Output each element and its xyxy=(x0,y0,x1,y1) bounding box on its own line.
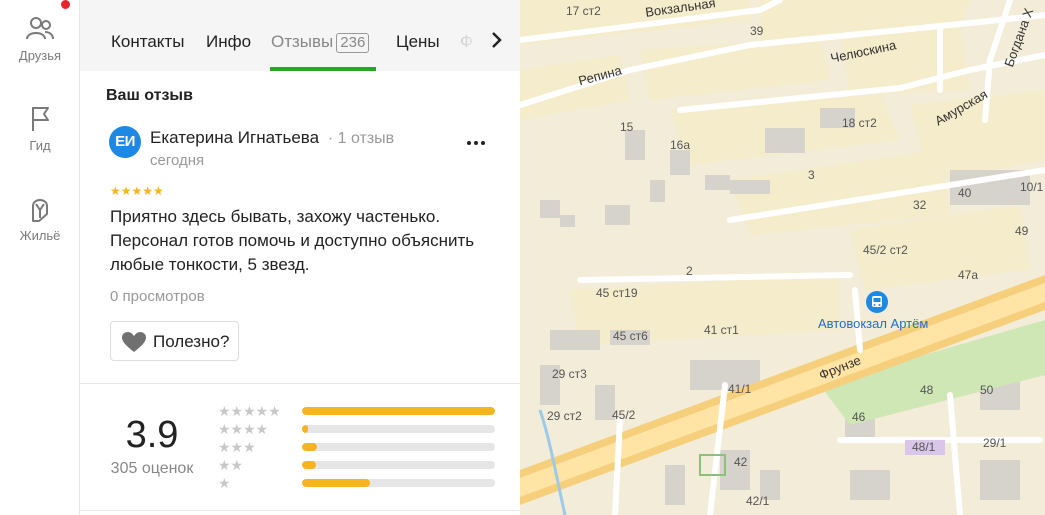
map-building-label: 2 xyxy=(686,264,693,278)
notification-badge xyxy=(61,0,70,9)
map-building-label: 29 ст3 xyxy=(552,367,587,381)
section-title: Ваш отзыв xyxy=(106,87,193,104)
bus-stop-label[interactable]: Автовокзал Артём xyxy=(818,316,928,331)
left-rail: Друзья Гид Жильё xyxy=(0,0,80,515)
reviews-count-badge: 236 xyxy=(336,33,370,53)
map-building-label: 41/1 xyxy=(728,382,752,396)
map-building-label: 17 ст2 xyxy=(566,4,601,18)
star-row-1: ★ xyxy=(218,475,231,491)
housing-icon xyxy=(32,199,48,222)
map-building-label: 3 xyxy=(808,168,815,182)
tab-contacts[interactable]: Контакты xyxy=(111,32,184,52)
tab-prices[interactable]: Цены xyxy=(396,32,440,52)
star-row-3: ★★★ xyxy=(218,439,256,455)
rating-bar-fill xyxy=(302,443,318,451)
star-row-2: ★★ xyxy=(218,457,244,473)
divider xyxy=(80,383,520,384)
map-building-label: 45/2 ст2 xyxy=(863,243,908,257)
map-building-label: 16а xyxy=(670,138,691,152)
review-views: 0 просмотров xyxy=(110,288,205,305)
rail-item-housing[interactable]: Жильё xyxy=(0,192,80,243)
map-building-label: 49 xyxy=(1015,224,1029,238)
avatar[interactable]: ЕИ xyxy=(109,126,141,158)
friends-icon xyxy=(26,17,54,40)
rail-item-friends[interactable]: Друзья xyxy=(0,14,80,63)
map-building-label: 42/1 xyxy=(746,494,770,508)
map-building-label: 40 xyxy=(958,186,972,200)
tab-reviews[interactable]: Отзывы 236 xyxy=(271,32,370,53)
rating-bar-1 xyxy=(302,479,495,487)
heart-icon xyxy=(122,332,146,352)
map-building-label: 10/1 xyxy=(1020,180,1044,194)
map-building-label: 39 xyxy=(750,24,764,38)
rating-count: 305 оценок xyxy=(110,460,194,477)
map-building-label: 45 ст6 xyxy=(613,329,648,343)
rating-bar-fill xyxy=(302,479,370,487)
star-row-4: ★★★★ xyxy=(218,421,269,437)
map-building-label: 32 xyxy=(913,198,927,212)
rating-bar-4 xyxy=(302,425,495,433)
divider xyxy=(80,510,520,511)
helpful-label: Полезно? xyxy=(153,332,230,351)
rating-bar-fill xyxy=(302,407,495,415)
map-building-label: 47а xyxy=(958,268,979,282)
rail-item-label: Гид xyxy=(29,138,51,153)
map-building-label: 46 xyxy=(852,410,866,424)
tab-reviews-label: Отзывы xyxy=(271,32,334,51)
map-building-label: 15 xyxy=(620,120,634,134)
rating-bar-3 xyxy=(302,443,495,451)
review-stars: ★★★★★ xyxy=(110,184,164,198)
more-options-icon[interactable] xyxy=(460,128,492,156)
tab-fade xyxy=(452,24,482,60)
review-date: сегодня xyxy=(150,152,205,169)
map-building-label: 50 xyxy=(980,383,994,397)
star-row-5: ★★★★★ xyxy=(218,403,281,419)
map-building-label: 48 xyxy=(920,383,934,397)
tab-bar: Контакты Инфо Отзывы236 Цены Ф xyxy=(80,0,520,71)
rail-item-label: Друзья xyxy=(18,48,62,63)
flag-icon xyxy=(32,107,49,131)
rating-bar-2 xyxy=(302,461,495,469)
map-building-label: 29/1 xyxy=(983,436,1007,450)
helpful-button[interactable]: Полезно? xyxy=(110,321,239,361)
author-review-count: · 1 отзыв xyxy=(327,130,395,147)
rating-score: 3.9 xyxy=(125,414,179,456)
chevron-right-icon[interactable] xyxy=(484,28,508,52)
rating-bar-5 xyxy=(302,407,495,415)
map-view[interactable]: Вокзальная Репина Челюскина Амурская Бог… xyxy=(520,0,1045,515)
tab-info[interactable]: Инфо xyxy=(206,32,251,52)
map-building-label: 45 ст19 xyxy=(596,286,638,300)
org-card-panel: Контакты Инфо Отзывы236 Цены Ф Ваш отзыв… xyxy=(80,0,520,515)
review-author[interactable]: Екатерина Игнатьева · 1 отзыв xyxy=(150,128,394,148)
map-building-label: 41 ст1 xyxy=(704,323,739,337)
bus-icon xyxy=(872,296,882,307)
rating-bar-fill xyxy=(302,461,316,469)
rail-item-guide[interactable]: Гид xyxy=(0,104,80,153)
active-tab-indicator xyxy=(270,67,376,71)
map-building-label: 42 xyxy=(734,455,748,469)
rail-item-label: Жильё xyxy=(19,228,61,243)
map-building-label: 18 ст2 xyxy=(842,116,877,130)
rating-bar-fill xyxy=(302,425,308,433)
map-building-label: 45/2 xyxy=(612,408,636,422)
bus-stop-marker[interactable] xyxy=(866,291,888,313)
review-text: Приятно здесь бывать, захожу частенько. … xyxy=(110,207,475,274)
map-building-label: 29 ст2 xyxy=(547,409,582,423)
author-name[interactable]: Екатерина Игнатьева xyxy=(150,128,319,147)
map-building-label: 48/1 xyxy=(912,440,936,454)
